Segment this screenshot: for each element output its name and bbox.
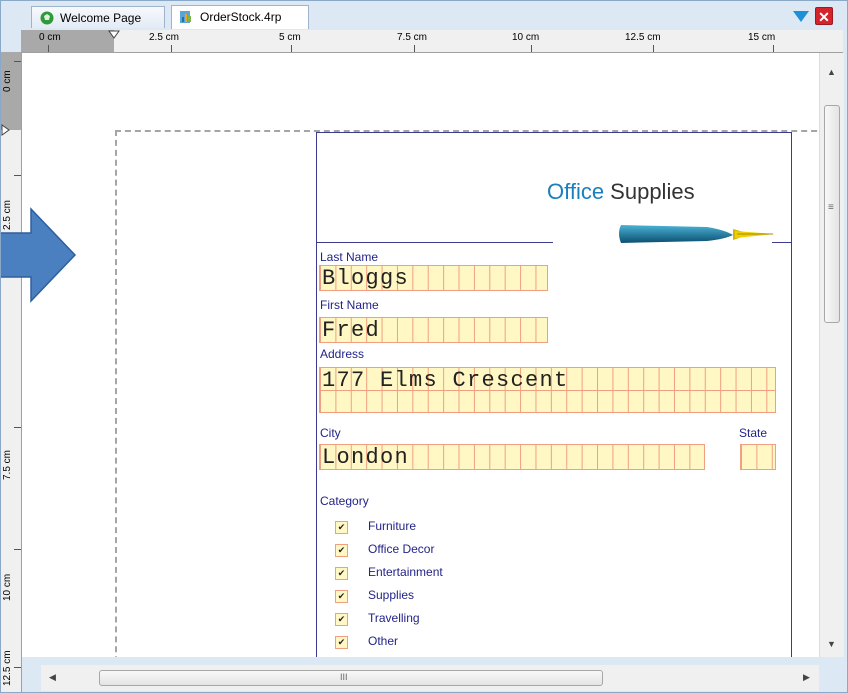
checkbox-label: Other bbox=[368, 634, 399, 648]
scroll-down-icon[interactable]: ▼ bbox=[827, 639, 836, 649]
category-label: Category bbox=[320, 494, 369, 508]
dropdown-triangle-icon[interactable] bbox=[793, 11, 809, 22]
last-name-value: Bloggs bbox=[322, 266, 410, 291]
first-name-label: First Name bbox=[320, 298, 379, 312]
form-divider bbox=[316, 242, 553, 243]
ruler-label: 7.5 cm bbox=[397, 32, 428, 43]
checkbox-supplies[interactable]: ✔ bbox=[335, 590, 348, 603]
margin-marker-icon[interactable] bbox=[108, 30, 120, 40]
checkbox-label: Office Decor bbox=[368, 542, 435, 556]
address-field[interactable]: 177 Elms Crescent bbox=[319, 367, 776, 413]
ruler-tick bbox=[14, 667, 21, 668]
close-icon[interactable]: ✕ bbox=[815, 7, 833, 25]
address-label: Address bbox=[320, 347, 365, 361]
ruler-label: 5 cm bbox=[279, 32, 301, 43]
checkbox-label: Entertainment bbox=[368, 565, 443, 579]
ruler-label: 12.5 cm bbox=[625, 32, 661, 43]
checkbox-travelling[interactable]: ✔ bbox=[335, 613, 348, 626]
tab-label: Welcome Page bbox=[60, 11, 142, 25]
checkbox-label: Supplies bbox=[368, 588, 415, 602]
company-logo: Office Supplies bbox=[547, 179, 695, 205]
state-label: State bbox=[739, 426, 768, 440]
ruler-label: 10 cm bbox=[512, 32, 540, 43]
ruler-label: 10 cm bbox=[2, 573, 13, 601]
first-name-value: Fred bbox=[322, 318, 381, 343]
ruler-tick bbox=[14, 175, 21, 176]
ruler-tick bbox=[171, 45, 172, 52]
vertical-scroll-thumb[interactable]: ≡ bbox=[824, 105, 840, 323]
city-field[interactable]: London bbox=[319, 444, 705, 470]
tab-bar: Welcome Page OrderStock.4rp ✕ bbox=[1, 1, 847, 29]
checkbox-furniture[interactable]: ✔ bbox=[335, 521, 348, 534]
address-value: 177 Elms Crescent bbox=[322, 368, 569, 393]
margin-marker-icon[interactable] bbox=[1, 124, 11, 136]
vertical-scrollbar[interactable]: ▲ ≡ ▼ bbox=[819, 53, 844, 657]
scroll-up-icon[interactable]: ▲ bbox=[827, 67, 836, 77]
checkbox-other[interactable]: ✔ bbox=[335, 636, 348, 649]
scroll-right-icon[interactable]: ▶ bbox=[803, 672, 810, 683]
last-name-field[interactable]: Bloggs bbox=[319, 265, 548, 291]
ruler-label: 2.5 cm bbox=[149, 32, 180, 43]
scroll-grip: III bbox=[340, 672, 348, 682]
ruler-label: 15 cm bbox=[748, 32, 776, 43]
checkbox-office-decor[interactable]: ✔ bbox=[335, 544, 348, 557]
ruler-label: 7.5 cm bbox=[2, 449, 13, 480]
logo-word-office: Office bbox=[547, 179, 605, 204]
logo-word-supplies: Supplies bbox=[604, 179, 695, 204]
checkbox-entertainment[interactable]: ✔ bbox=[335, 567, 348, 580]
ruler-tick bbox=[773, 45, 774, 52]
scroll-grip: ≡ bbox=[828, 202, 834, 213]
scroll-left-icon[interactable]: ◀ bbox=[49, 672, 56, 683]
horizontal-scroll-thumb[interactable]: III bbox=[99, 670, 603, 686]
horizontal-scrollbar[interactable]: ◀ III ▶ bbox=[41, 665, 819, 691]
ruler-tick bbox=[14, 549, 21, 550]
ruler-label: 12.5 cm bbox=[2, 650, 13, 686]
horizontal-ruler: 0 cm 2.5 cm 5 cm 7.5 cm 10 cm 12.5 cm 15… bbox=[21, 30, 843, 53]
last-name-label: Last Name bbox=[320, 250, 379, 264]
state-field[interactable] bbox=[740, 444, 776, 470]
ruler-label: 0 cm bbox=[2, 70, 13, 92]
checkbox-label: Furniture bbox=[368, 519, 417, 533]
tab-welcome-page[interactable]: Welcome Page bbox=[31, 6, 165, 28]
ruler-margin bbox=[21, 30, 114, 52]
welcome-globe-icon bbox=[40, 11, 54, 25]
callout-arrow-icon bbox=[1, 207, 77, 303]
ruler-tick bbox=[414, 45, 415, 52]
city-label: City bbox=[320, 426, 341, 440]
ruler-tick bbox=[291, 45, 292, 52]
ruler-tick bbox=[48, 45, 49, 52]
city-value: London bbox=[322, 445, 410, 470]
ruler-tick bbox=[531, 45, 532, 52]
report-chart-icon bbox=[180, 11, 191, 23]
editor-window: Welcome Page OrderStock.4rp ✕ 0 cm 2.5 c… bbox=[0, 0, 848, 693]
first-name-field[interactable]: Fred bbox=[319, 317, 548, 343]
tab-orderstock[interactable]: OrderStock.4rp bbox=[171, 5, 309, 29]
fountain-pen-icon bbox=[619, 225, 775, 243]
ruler-tick bbox=[14, 427, 21, 428]
ruler-tick bbox=[653, 45, 654, 52]
vertical-ruler: 0 cm 2.5 cm 7.5 cm 10 cm 12.5 cm bbox=[1, 52, 22, 692]
ruler-tick bbox=[14, 61, 21, 62]
design-canvas[interactable]: Office Supplies Last Name Bloggs First N… bbox=[22, 53, 819, 657]
ruler-label: 0 cm bbox=[39, 32, 61, 43]
checkbox-label: Travelling bbox=[368, 611, 420, 625]
tab-label: OrderStock.4rp bbox=[200, 10, 282, 24]
